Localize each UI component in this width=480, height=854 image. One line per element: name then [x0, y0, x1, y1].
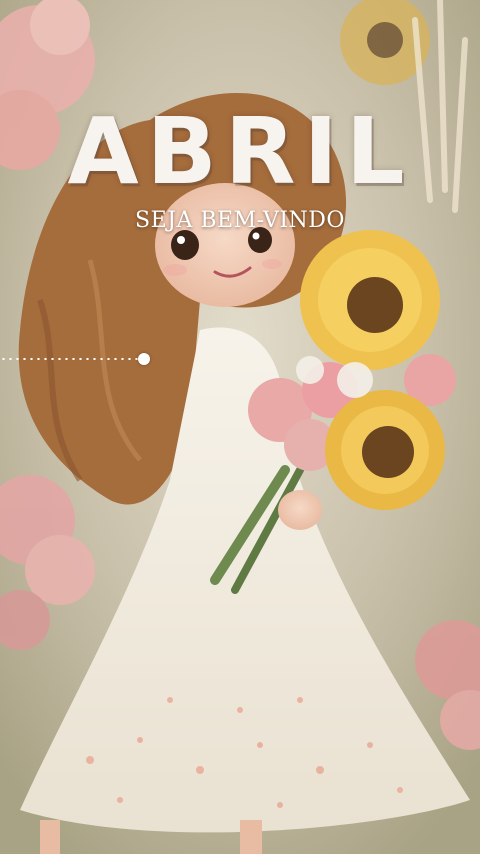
welcome-subtitle: SEJA BEM-VINDO [135, 208, 345, 233]
month-title: ABRIL [67, 98, 413, 205]
story-progress-knob[interactable] [138, 353, 150, 365]
story-progress-track [0, 358, 142, 360]
story-screen: ABRIL SEJA BEM-VINDO [0, 0, 480, 854]
sunflower-large [300, 230, 440, 370]
sunflower-small [325, 390, 445, 510]
